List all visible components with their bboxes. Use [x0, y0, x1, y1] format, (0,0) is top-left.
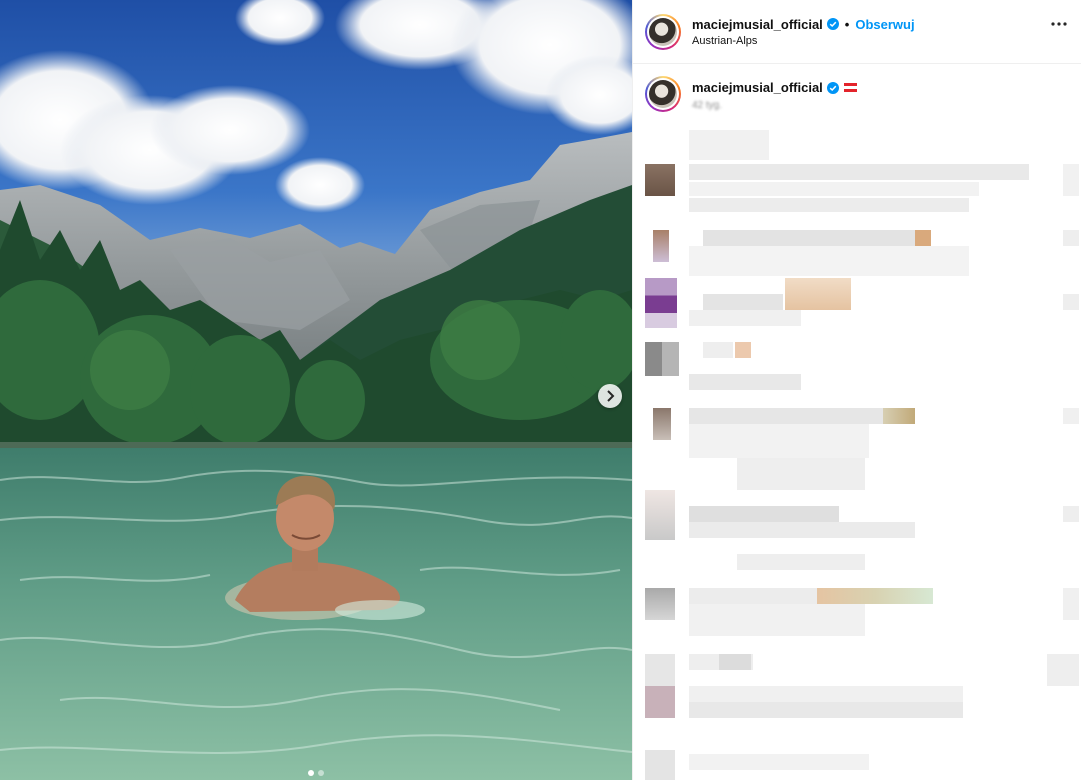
commenter-avatar-pixelated: [653, 230, 669, 262]
commenter-avatar-pixelated: [645, 490, 675, 540]
pixel-block: [689, 130, 769, 160]
emoji-pixelated: [785, 278, 851, 310]
avatar[interactable]: [645, 13, 681, 50]
austria-flag-icon: [843, 83, 857, 92]
follow-button[interactable]: Obserwuj: [855, 17, 914, 32]
header-separator: •: [844, 16, 850, 32]
commenter-avatar-pixelated: [645, 588, 675, 620]
caption-row: maciejmusial_official 42 tyg.: [633, 64, 1081, 114]
carousel-next-button[interactable]: [598, 384, 622, 408]
comment-text-pixelated: [737, 554, 865, 570]
comment-text-pixelated: [689, 182, 979, 196]
like-icon-pixelated: [1063, 408, 1079, 424]
comment-text-pixelated: [689, 246, 969, 276]
comment-text-pixelated: [703, 342, 733, 358]
comment-text-pixelated: [703, 294, 783, 310]
comment-text-pixelated: [689, 604, 865, 636]
instagram-post-view: maciejmusial_official • Obserwuj Austria…: [0, 0, 1081, 780]
comment-text-pixelated: [689, 754, 869, 770]
emoji-pixelated: [817, 588, 933, 604]
lake-photo-image: [0, 0, 632, 780]
comment-text-pixelated: [689, 522, 915, 538]
comment-text-pixelated: [703, 230, 923, 246]
comment-text-pixelated: [689, 588, 819, 604]
post-timestamp: 42 tyg.: [692, 100, 723, 111]
comment-text-pixelated: [689, 702, 963, 718]
comment-text-pixelated: [719, 654, 751, 670]
chevron-right-icon: [607, 390, 615, 402]
carousel-dots: [0, 770, 632, 776]
commenter-avatar-pixelated: [653, 408, 671, 440]
comment-text-pixelated: [689, 424, 869, 458]
commenter-avatar-pixelated: [645, 750, 675, 780]
caption-username[interactable]: maciejmusial_official: [692, 80, 823, 95]
like-icon-pixelated: [1063, 294, 1079, 310]
emoji-pixelated: [915, 230, 931, 246]
like-icon-pixelated: [1063, 230, 1079, 246]
post-photo[interactable]: [0, 0, 632, 780]
like-icon-pixelated: [1063, 506, 1079, 522]
emoji-pixelated: [735, 342, 751, 358]
post-header: maciejmusial_official • Obserwuj Austria…: [633, 0, 1081, 64]
commenter-avatar-pixelated: [645, 342, 679, 376]
verified-badge-icon: [826, 18, 839, 30]
like-icon-pixelated: [1047, 654, 1079, 686]
carousel-dot: [318, 770, 324, 776]
emoji-pixelated: [883, 408, 915, 424]
like-icon-pixelated: [1063, 164, 1079, 196]
more-options-icon[interactable]: [1051, 22, 1067, 26]
comment-text-pixelated: [689, 686, 963, 702]
comment-text-pixelated: [689, 310, 801, 326]
like-icon-pixelated: [1063, 588, 1079, 620]
comment-text-pixelated: [737, 458, 865, 490]
commenter-avatar-pixelated: [645, 278, 677, 328]
header-username[interactable]: maciejmusial_official: [692, 17, 823, 32]
commenter-avatar-pixelated: [645, 654, 675, 718]
verified-badge-icon: [826, 81, 839, 94]
comment-text-pixelated: [689, 506, 839, 522]
comments-list-pixelated: [633, 120, 1081, 780]
post-side-panel: maciejmusial_official • Obserwuj Austria…: [632, 0, 1081, 780]
location-link[interactable]: Austrian-Alps: [692, 35, 915, 47]
carousel-dot-active: [308, 770, 314, 776]
comment-text-pixelated: [689, 164, 1029, 180]
comment-text-pixelated: [689, 198, 969, 212]
comment-text-pixelated: [689, 374, 801, 390]
caption-avatar[interactable]: [645, 76, 681, 112]
commenter-avatar-pixelated: [645, 164, 675, 196]
comment-text-pixelated: [689, 408, 889, 424]
